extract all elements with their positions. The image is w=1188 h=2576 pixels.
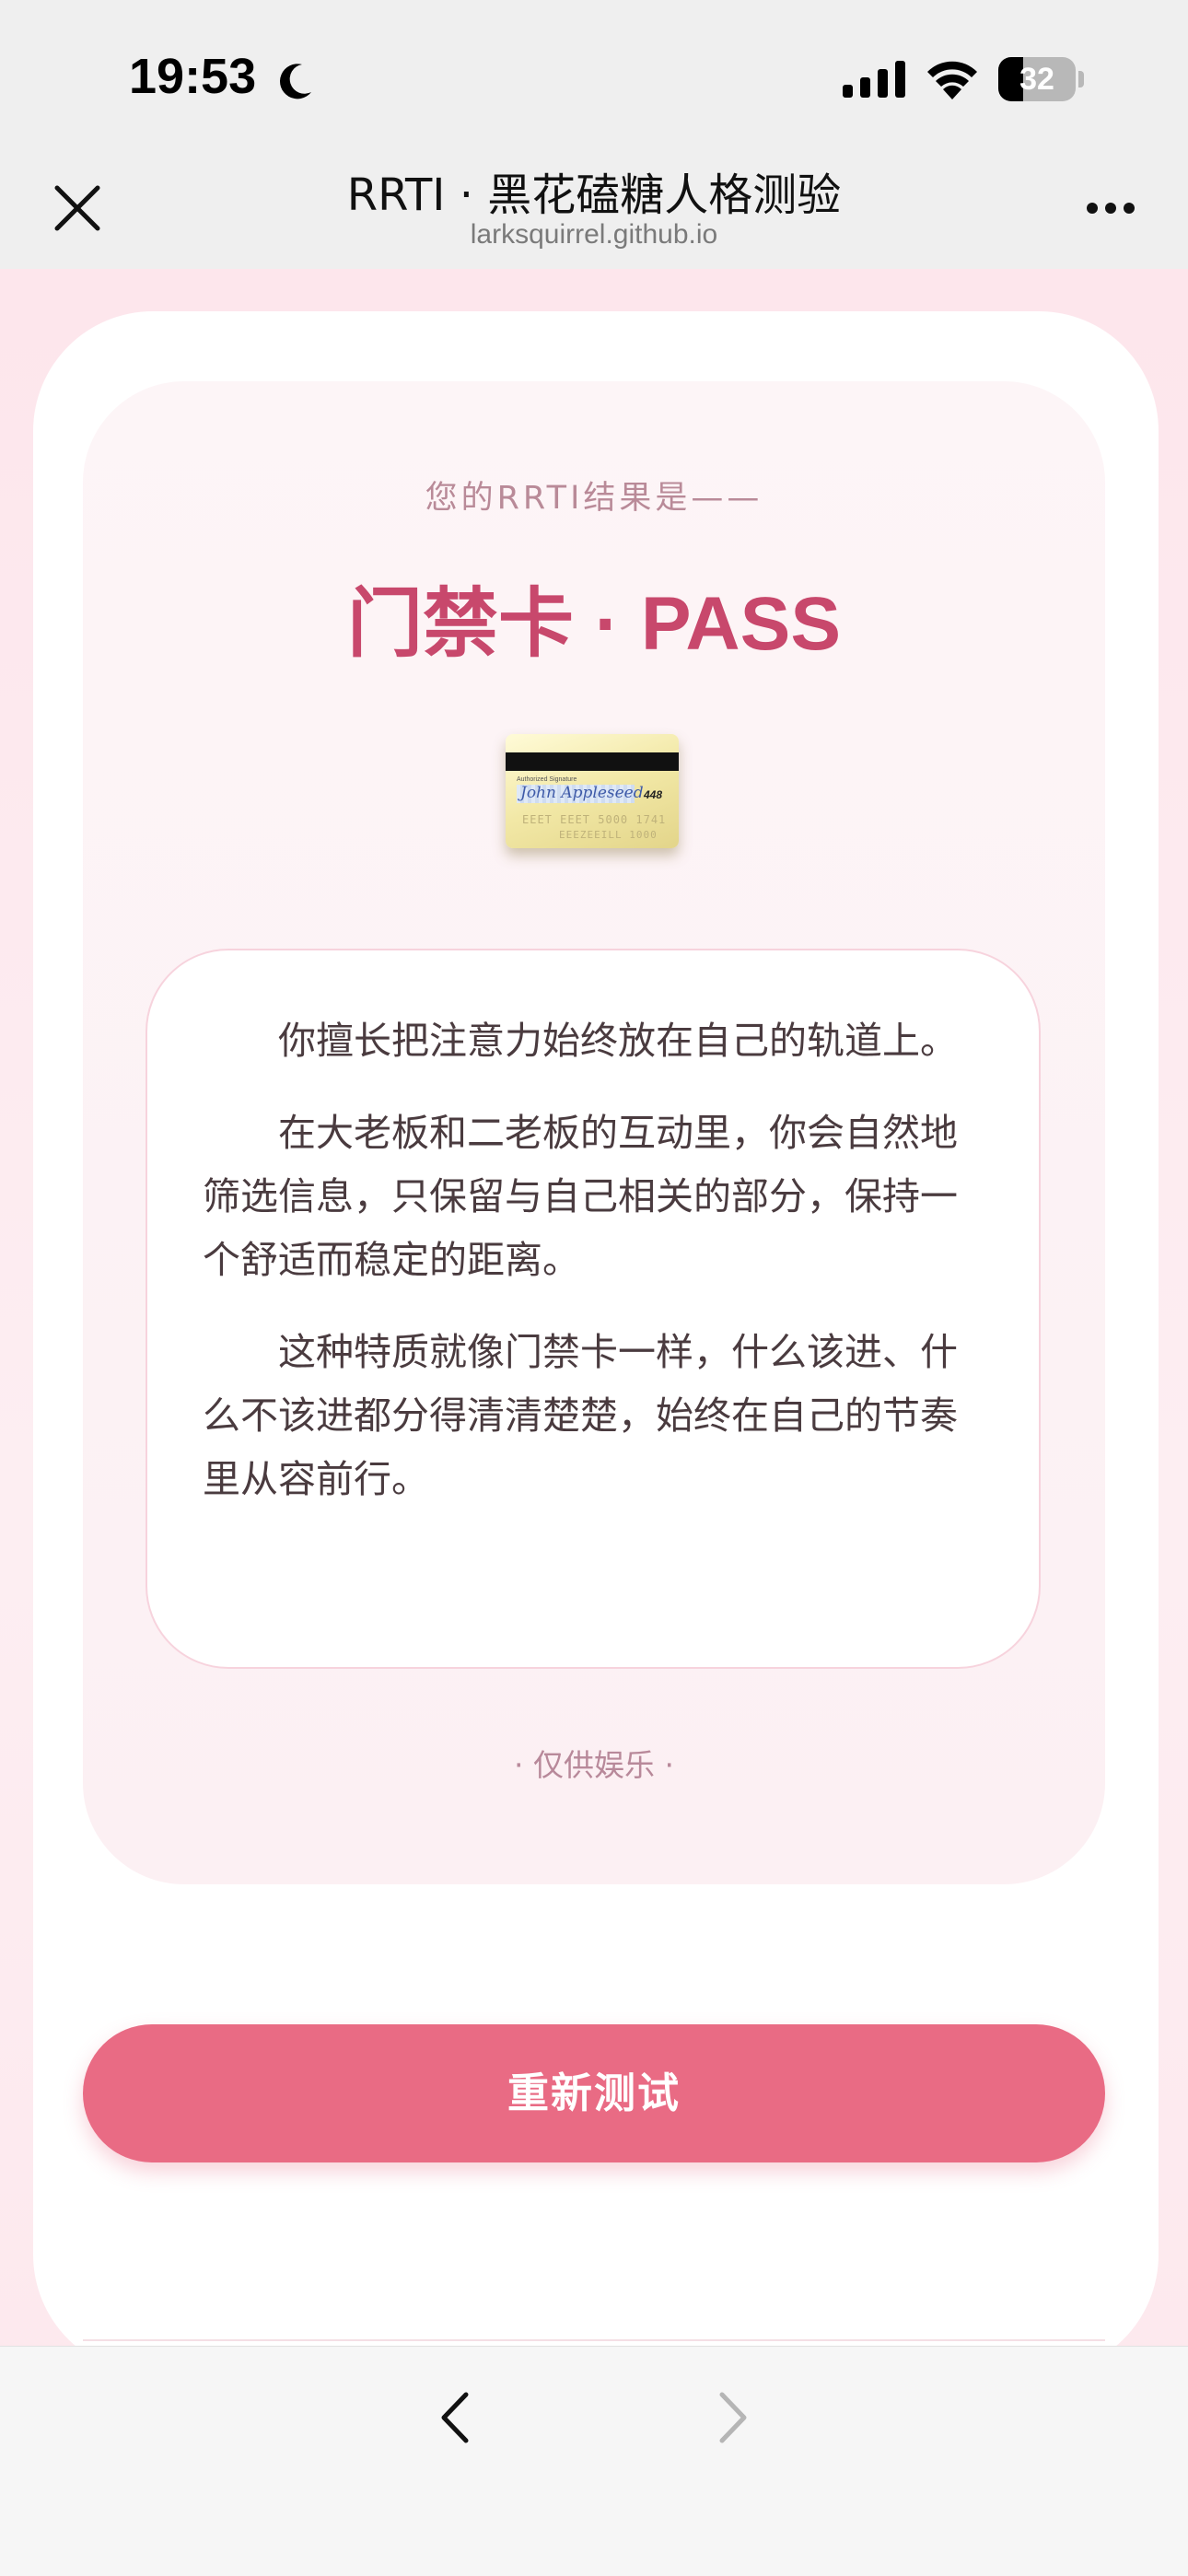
card-signature-label: Authorized Signature [517,776,577,783]
battery-icon: 32 [998,57,1084,101]
page-title: RRTI · 黑花磕糖人格测验 [346,169,842,221]
browser-toolbar [0,2346,1188,2576]
moon-icon [280,64,311,99]
retry-button[interactable]: 重新测试 [83,2024,1105,2162]
wifi-icon [927,61,977,99]
credit-card-icon: Authorized Signature John Appleseed 448 … [506,734,679,848]
battery-level: 32 [1019,62,1054,97]
cellular-signal-icon [843,61,905,98]
forward-arrow-icon[interactable] [709,2387,755,2448]
result-label: 您的RRTI结果是—— [425,480,763,517]
status-time: 19:53 [129,49,257,104]
more-dot [1105,203,1116,214]
page-url: larksquirrel.github.io [470,219,718,250]
description-paragraph: 你擅长把注意力始终放在自己的轨道上。 [278,1019,958,1063]
more-dot [1087,203,1098,214]
description-paragraph: 在大老板和二老板的互动里，你会自然地筛选信息，只保留与自己相关的部分，保持一个舒… [203,1111,958,1282]
divider [83,2339,1105,2341]
card-number-line: EEET EEET 5000 1741 [522,813,667,826]
more-icon[interactable] [1083,197,1138,219]
disclaimer: · 仅供娱乐 · [514,1747,674,1783]
back-arrow-icon[interactable] [433,2387,479,2448]
card-signature: John Appleseed [520,784,644,802]
result-name: 门禁卡 · PASS [346,582,842,666]
battery-body: 32 [998,57,1076,101]
retry-button-label: 重新测试 [507,2069,681,2117]
description-paragraph: 这种特质就像门禁卡一样，什么该进、什么不该进都分得清清楚楚，始终在自己的节奏里从… [203,1330,958,1501]
card-number-line: EEEZEEILL 1000 [559,829,658,841]
card-cvv: 448 [644,788,663,801]
battery-cap [1078,71,1084,87]
description-text: 你擅长把注意力始终放在自己的轨道上。 在大老板和二老板的互动里，你会自然地筛选信… [203,1009,985,1540]
more-dot [1124,203,1135,214]
card-magnetic-stripe [506,752,679,771]
